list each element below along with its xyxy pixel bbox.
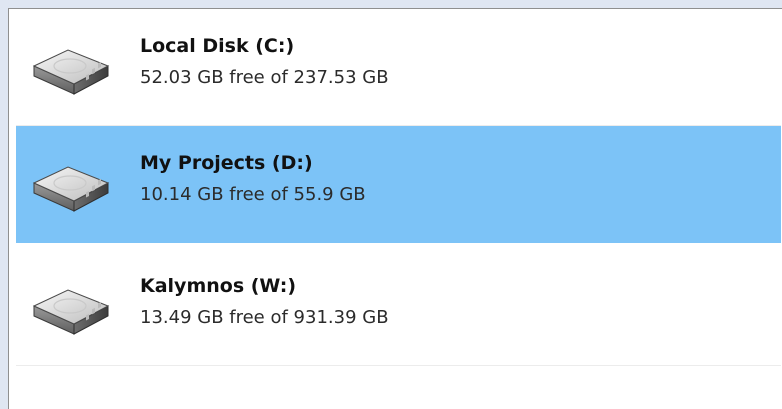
hard-drive-icon bbox=[33, 49, 109, 95]
drive-item-my-projects-d[interactable]: My Projects (D:) 10.14 GB free of 55.9 G… bbox=[16, 126, 781, 243]
drive-free-space: 10.14 GB free of 55.9 GB bbox=[140, 184, 366, 205]
drive-item-kalymnos-w[interactable]: Kalymnos (W:) 13.49 GB free of 931.39 GB bbox=[16, 249, 781, 366]
hard-drive-icon bbox=[33, 166, 109, 212]
drive-free-space: 52.03 GB free of 237.53 GB bbox=[140, 67, 389, 88]
drive-free-space: 13.49 GB free of 931.39 GB bbox=[140, 307, 389, 328]
drive-item-local-disk-c[interactable]: Local Disk (C:) 52.03 GB free of 237.53 … bbox=[16, 9, 781, 126]
drive-list-window: Local Disk (C:) 52.03 GB free of 237.53 … bbox=[8, 8, 782, 409]
drive-name: Local Disk (C:) bbox=[140, 35, 295, 57]
hard-drive-icon bbox=[33, 289, 109, 335]
drive-name: My Projects (D:) bbox=[140, 152, 313, 174]
drive-list: Local Disk (C:) 52.03 GB free of 237.53 … bbox=[9, 9, 782, 409]
drive-name: Kalymnos (W:) bbox=[140, 275, 297, 297]
